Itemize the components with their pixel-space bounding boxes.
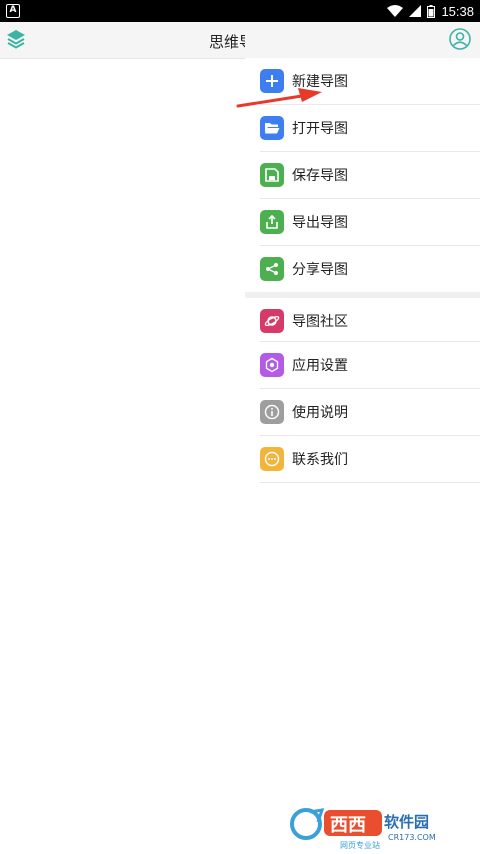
layers-icon[interactable] [4, 27, 28, 51]
share-icon [260, 257, 284, 281]
menu-item-label: 使用说明 [292, 405, 348, 421]
menu-item-contact[interactable]: 联系我们 [245, 436, 480, 482]
watermark-logo-icon: 西西 软件园 CR173.COM 网页专业站 [290, 808, 436, 850]
annotation-arrow-icon [236, 88, 322, 108]
save-icon [260, 163, 284, 187]
page-title: 思维导图 [209, 33, 245, 51]
notification-icon: A [6, 4, 20, 18]
folder-open-icon [260, 116, 284, 140]
info-icon [260, 400, 284, 424]
menu-item-label: 保存导图 [292, 168, 348, 184]
watermark-domain: CR173.COM [388, 833, 436, 842]
menu-item-community[interactable]: 导图社区 [245, 298, 480, 344]
menu-item-label: 打开导图 [292, 121, 348, 137]
menu-item-label: 应用设置 [292, 358, 348, 374]
app-bar: 思维导图 [0, 22, 480, 58]
watermark-brand-sub: 软件园 [384, 813, 429, 831]
user-circle-icon[interactable] [448, 27, 472, 51]
clock: 15:38 [441, 3, 474, 19]
menu-item-label: 分享导图 [292, 262, 348, 278]
menu-item-settings[interactable]: 应用设置 [245, 342, 480, 388]
chat-icon [260, 447, 284, 471]
menu-item-label: 联系我们 [292, 452, 348, 468]
signal-icon [409, 5, 422, 17]
menu-item-save-map[interactable]: 保存导图 [245, 152, 480, 198]
watermark-brand-main: 西西 [330, 815, 366, 836]
appbar-divider [0, 58, 245, 59]
status-bar: A 15:38 [0, 0, 480, 22]
menu-item-label: 导图社区 [292, 314, 348, 330]
menu-item-help[interactable]: 使用说明 [245, 389, 480, 435]
side-drawer: 新建导图 打开导图 保存导图 导出导图 分享导图 导图社区 应用设置 使用说明 … [245, 58, 480, 854]
menu-item-open-map[interactable]: 打开导图 [245, 105, 480, 151]
export-icon [260, 210, 284, 234]
battery-icon [427, 4, 436, 18]
planet-icon [260, 309, 284, 333]
menu-item-export-map[interactable]: 导出导图 [245, 199, 480, 245]
menu-item-label: 导出导图 [292, 215, 348, 231]
watermark: 西西 软件园 CR173.COM 网页专业站 [288, 800, 464, 850]
menu-item-share-map[interactable]: 分享导图 [245, 246, 480, 292]
app-screen: A 15:38 思维导图 [0, 0, 480, 854]
watermark-tagline: 网页专业站 [340, 840, 380, 850]
settings-hex-icon [260, 353, 284, 377]
menu-divider [260, 482, 480, 483]
status-bar-right: 15:38 [387, 0, 474, 22]
wifi-icon [387, 5, 404, 17]
